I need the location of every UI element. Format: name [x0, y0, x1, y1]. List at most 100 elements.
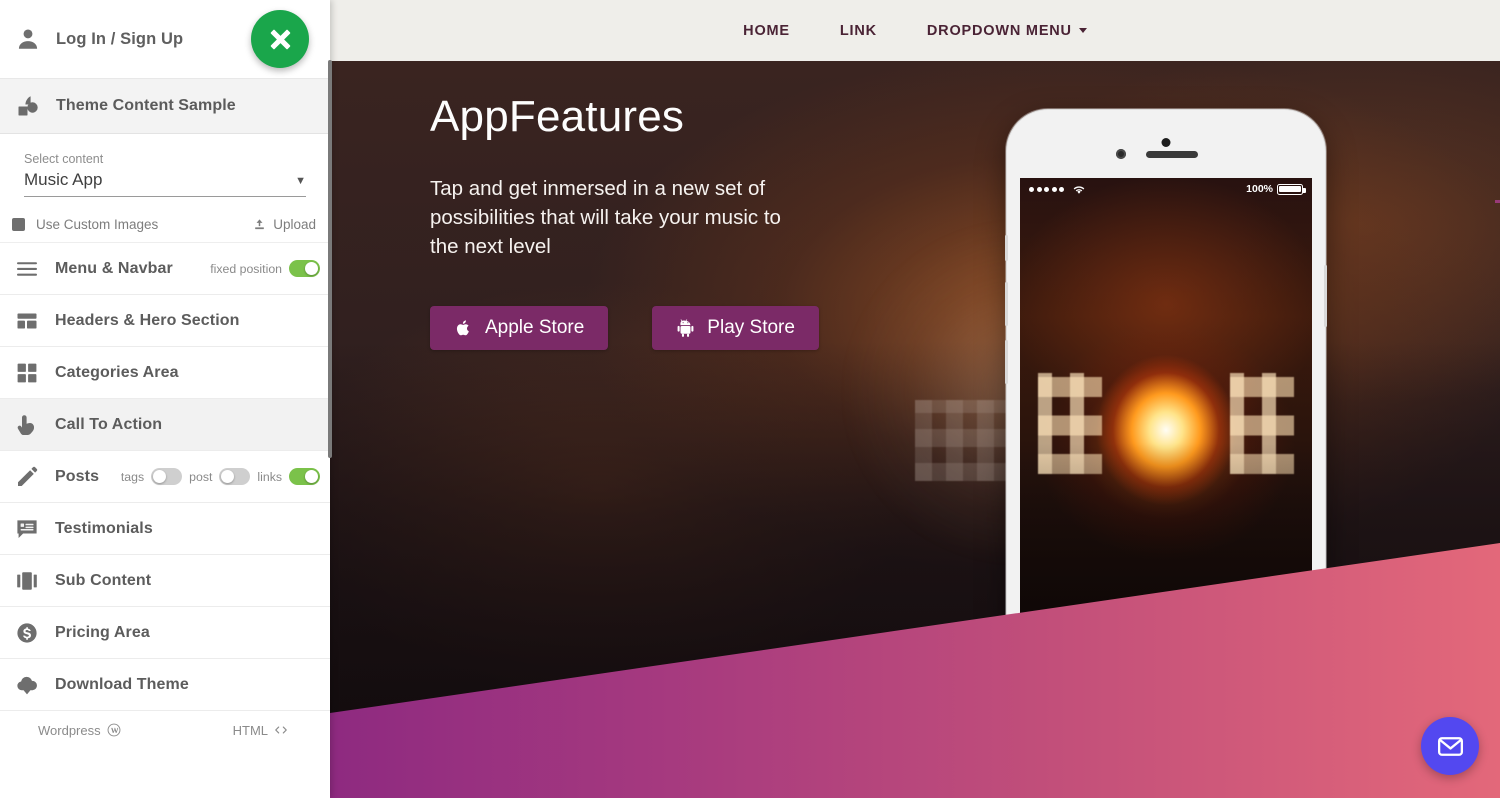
chat-contact-button[interactable]: [1421, 717, 1479, 775]
sidebar-scroll-area: Log In / Sign Up Theme Content Sample Se…: [0, 0, 330, 798]
toggle-post[interactable]: [219, 468, 251, 485]
sidebar-item-call-to-action[interactable]: Call To Action: [0, 399, 330, 451]
pencil-icon: [10, 465, 44, 489]
sidebar-scrollbar[interactable]: [328, 60, 332, 458]
battery-full-icon: [1277, 183, 1306, 195]
topnav-item-label: HOME: [743, 22, 790, 39]
hamburger-icon: [10, 257, 44, 281]
phone-sensor-icon: [1116, 149, 1127, 159]
toggle-label: links: [257, 469, 282, 484]
layout-header-icon: [17, 313, 37, 328]
hero-buttons: Apple Store Play Store: [430, 305, 860, 350]
footer-link-html[interactable]: HTML: [233, 723, 288, 738]
toggle-label: fixed position: [210, 261, 282, 276]
code-icon: [275, 726, 287, 734]
dollar-circle-icon: [17, 622, 37, 643]
phone-volume-down-button: [1005, 340, 1008, 384]
sidebar-item-categories-area[interactable]: Categories Area: [0, 347, 330, 399]
phone-power-button: [1324, 265, 1327, 327]
select-content-value: Music App: [24, 170, 103, 189]
app-root: Log In / Sign Up Theme Content Sample Se…: [0, 0, 1500, 798]
phone-status-bar: 100%: [1020, 178, 1312, 200]
columns-icon: [10, 569, 44, 593]
topnav-item-dropdown-menu[interactable]: DROPDOWN MENU: [902, 23, 1112, 39]
close-icon: [270, 29, 290, 49]
wordpress-icon: [107, 723, 121, 737]
sidebar-item-label: Headers & Hero Section: [55, 311, 240, 329]
upload-button[interactable]: Upload: [253, 217, 316, 232]
upload-label: Upload: [273, 217, 316, 232]
sidebar-item-posts[interactable]: Posts tags post links: [0, 451, 330, 503]
tap-hand-icon: [10, 413, 44, 437]
dollar-circle-icon: [10, 621, 44, 645]
sidebar-item-pricing-area[interactable]: Pricing Area: [0, 607, 330, 659]
preview-scrollbar[interactable]: [1495, 200, 1500, 203]
topnav-item-home[interactable]: HOME: [718, 23, 815, 39]
footer-link-wordpress[interactable]: Wordpress: [38, 723, 121, 738]
toggle-tags[interactable]: [151, 468, 183, 485]
play-store-button[interactable]: Play Store: [652, 305, 819, 350]
close-button[interactable]: [251, 10, 309, 68]
sidebar-item-label: Pricing Area: [55, 623, 150, 641]
chevron-down-icon: ▼: [295, 175, 306, 187]
sidebar-item-download-theme[interactable]: Download Theme: [0, 659, 330, 711]
grid-icon: [17, 363, 37, 382]
apple-store-label: Apple Store: [485, 316, 585, 338]
phone-earpiece: [1146, 151, 1199, 158]
play-store-label: Play Store: [707, 316, 795, 338]
brand-label: Theme Content Sample: [56, 97, 236, 114]
sidebar-item-label: Posts: [55, 467, 100, 485]
columns-icon: [17, 571, 37, 590]
footer-link-label: Wordpress: [38, 722, 101, 738]
sidebar-item-toggles: tags post links: [121, 468, 320, 485]
sidebar-item-label: Sub Content: [55, 571, 152, 589]
quote-list-icon: [17, 519, 37, 538]
brand-row[interactable]: Theme Content Sample: [0, 78, 330, 134]
toggle-fixed-position[interactable]: [289, 260, 320, 277]
topnav-item-label: LINK: [839, 22, 877, 39]
hero-copy: AppFeatures Tap and get inmersed in a ne…: [430, 93, 860, 350]
sidebar-nav-list: Menu & Navbar fixed position Headers & Her…: [0, 243, 330, 711]
sidebar-item-sub-content[interactable]: Sub Content: [0, 555, 330, 607]
download-cloud-icon: [17, 676, 37, 694]
phone-battery: 100%: [1246, 183, 1306, 195]
custom-images-row: Use Custom Images Upload: [0, 207, 330, 243]
android-icon: [677, 318, 694, 337]
signal-dots-icon: [1029, 184, 1086, 195]
select-content-block: Select content Music App ▼: [0, 134, 330, 207]
apple-store-button[interactable]: Apple Store: [430, 305, 609, 350]
sidebar-item-label: Menu & Navbar: [55, 259, 173, 277]
sidebar-item-headers-hero-section[interactable]: Headers & Hero Section: [0, 295, 330, 347]
toggle-label: tags: [120, 469, 145, 484]
sidebar-item-label: Download Theme: [55, 675, 189, 693]
sidebar-item-menu-navbar[interactable]: Menu & Navbar fixed position: [0, 243, 330, 295]
pencil-icon: [18, 466, 38, 486]
sidebar-item-label: Testimonials: [55, 519, 153, 537]
apple-icon: [456, 319, 469, 335]
wifi-icon: [1073, 185, 1084, 194]
grid-icon: [10, 361, 44, 385]
preview-pane: HOME LINK DROPDOWN MENU AppFeatures Tap an…: [330, 0, 1500, 798]
envelope-icon: [1437, 736, 1463, 756]
topnav-item-link[interactable]: LINK: [815, 23, 902, 39]
sidebar-item-label: Categories Area: [55, 363, 179, 381]
use-custom-images-checkbox[interactable]: [12, 218, 25, 231]
sidebar: Log In / Sign Up Theme Content Sample Se…: [0, 0, 332, 798]
hero-stage-lights: [915, 400, 1009, 482]
tap-hand-icon: [17, 414, 35, 435]
toggle-links[interactable]: [289, 468, 320, 485]
use-custom-images-label: Use Custom Images: [36, 217, 159, 232]
person-icon: [12, 23, 44, 55]
account-label: Log In / Sign Up: [56, 29, 184, 48]
hamburger-icon: [17, 261, 37, 276]
account-row[interactable]: Log In / Sign Up: [0, 0, 330, 78]
sidebar-item-label: Call To Action: [55, 415, 163, 433]
battery-percent-label: 100%: [1246, 183, 1273, 195]
site-topnav: HOME LINK DROPDOWN MENU: [330, 0, 1500, 61]
select-content-dropdown[interactable]: Music App ▼: [24, 170, 306, 197]
download-cloud-icon: [10, 673, 44, 697]
topnav-item-label: DROPDOWN MENU: [926, 22, 1072, 39]
sidebar-item-testimonials[interactable]: Testimonials: [0, 503, 330, 555]
phone-volume-up-button: [1005, 282, 1008, 326]
phone-camera-icon: [1161, 138, 1171, 147]
